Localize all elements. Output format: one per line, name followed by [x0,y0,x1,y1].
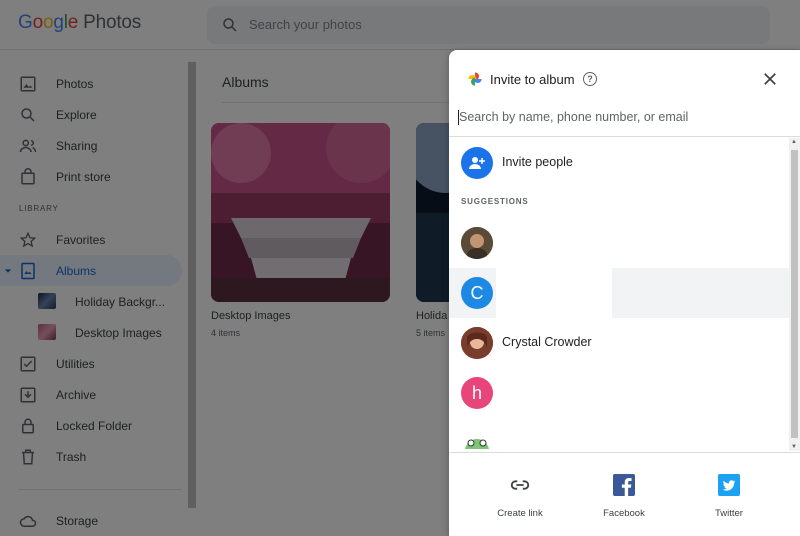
close-icon[interactable] [761,70,779,88]
google-photos-pinwheel-icon [468,72,482,86]
suggestions-label: SUGGESTIONS [461,197,529,206]
share-option-label: Create link [497,508,543,519]
share-option-label: Twitter [715,508,743,519]
suggestion-row[interactable]: h [449,368,789,418]
invite-list: Invite people SUGGESTIONS C Crystal Crow… [449,138,800,451]
suggestion-row[interactable] [449,418,789,451]
suggestion-row[interactable]: Crystal Crowder [449,318,789,368]
invite-people-label: Invite people [502,155,573,169]
scroll-up-arrow-icon[interactable]: ▲ [791,139,797,145]
twitter-icon [718,474,740,496]
contact-avatar [461,227,493,259]
twitter-share-button[interactable]: Twitter [674,453,784,536]
add-person-icon [461,147,493,179]
contact-avatar: C [461,277,493,309]
dialog-header: Invite to album ? [449,50,800,105]
invite-search-placeholder: Search by name, phone number, or email [459,110,689,124]
invite-search-input[interactable]: Search by name, phone number, or email [449,105,800,137]
suggestion-row[interactable]: C [449,268,789,318]
link-icon [510,480,530,490]
contact-avatar [461,327,493,359]
invite-to-album-dialog: Invite to album ? Search by name, phone … [449,50,800,536]
suggestion-row[interactable] [449,218,789,268]
redacted-area [496,268,612,318]
contact-name: Crystal Crowder [502,335,592,349]
facebook-share-button[interactable]: Facebook [569,453,679,536]
share-option-label: Facebook [603,508,645,519]
dialog-title: Invite to album [490,72,575,87]
contact-avatar: h [461,377,493,409]
contact-avatar [461,427,493,451]
help-icon[interactable]: ? [583,72,597,86]
scroll-down-arrow-icon[interactable]: ▼ [791,444,797,450]
create-link-button[interactable]: Create link [465,453,575,536]
share-options: Create link Facebook Twitter [449,452,800,536]
invite-people-row[interactable]: Invite people [449,138,789,188]
invite-list-scrollbar[interactable]: ▲ ▼ [789,138,800,451]
facebook-icon [613,474,635,496]
scrollbar-thumb[interactable] [791,150,798,438]
